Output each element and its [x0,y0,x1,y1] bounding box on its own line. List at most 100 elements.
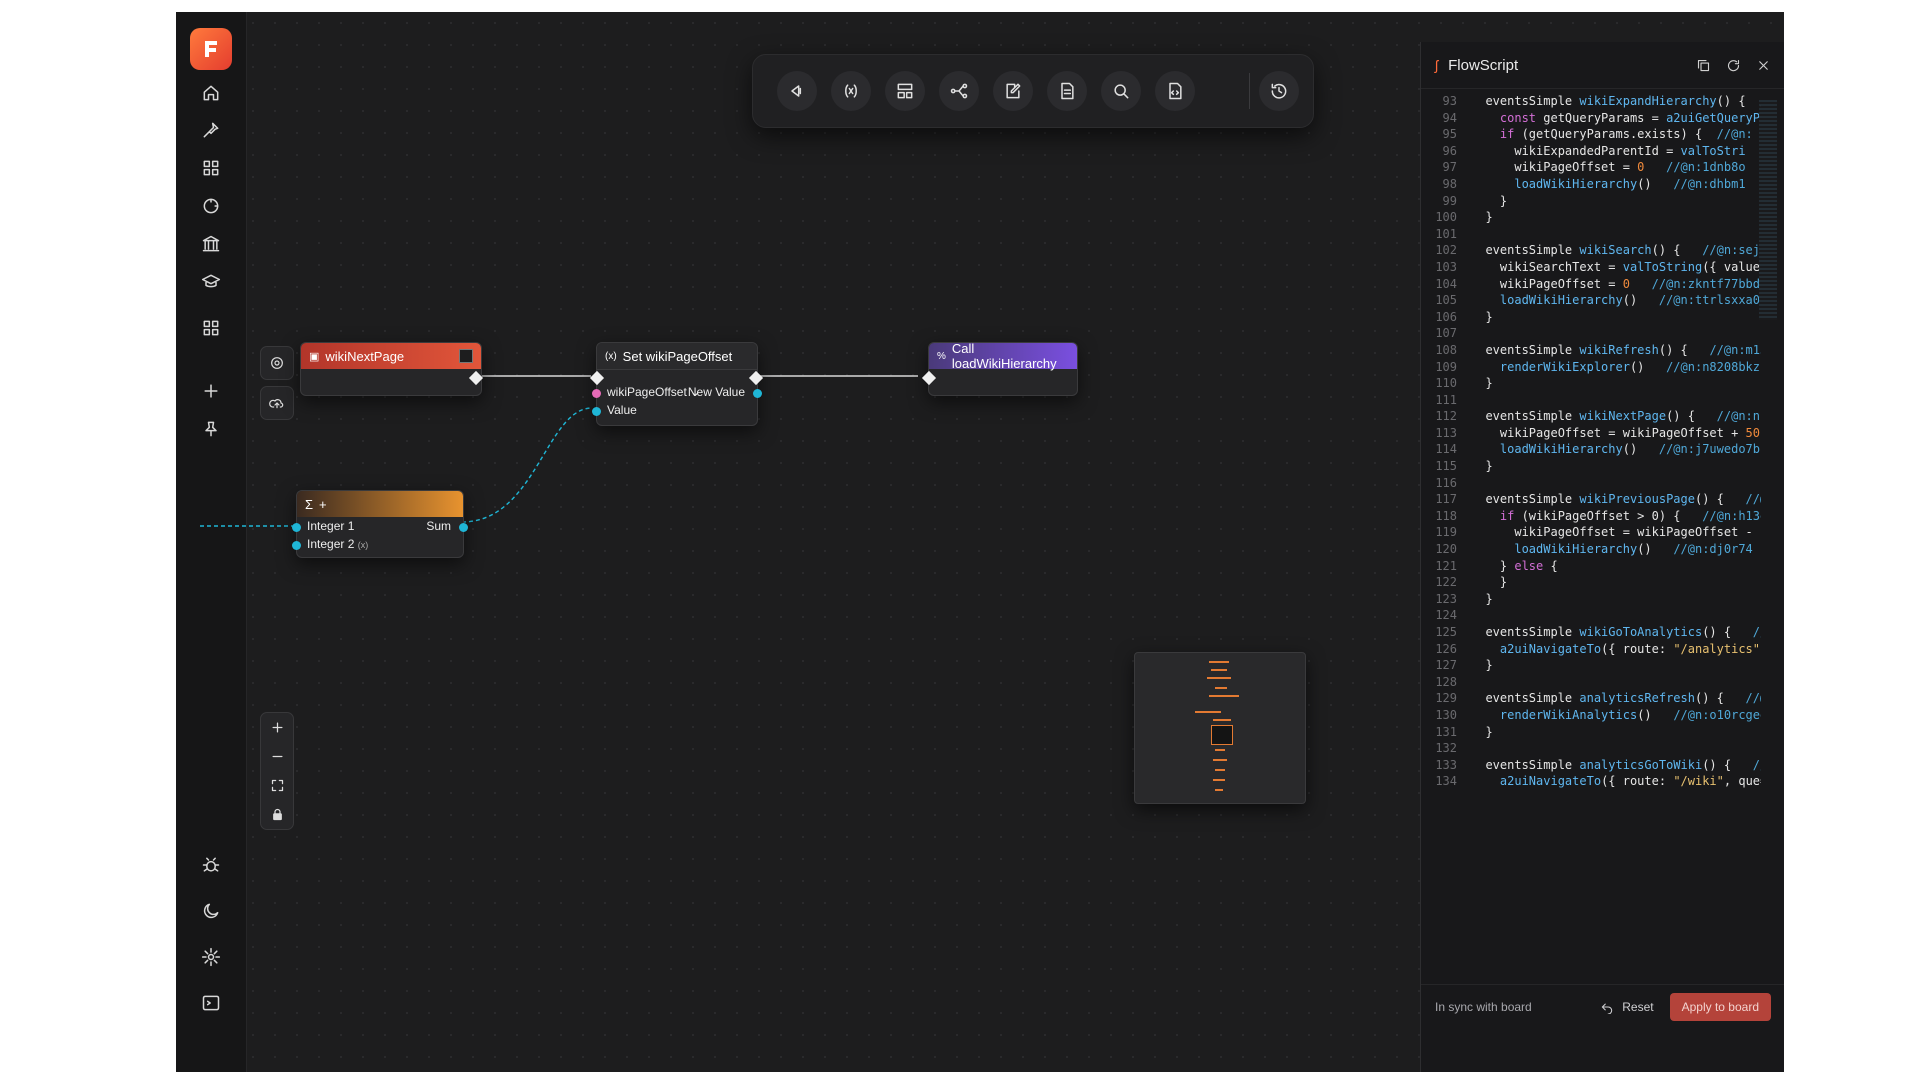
code-line[interactable]: 111 [1421,393,1761,410]
zoom-in-icon[interactable] [261,713,293,742]
code-line[interactable]: 132 [1421,741,1761,758]
apply-to-board-button[interactable]: Apply to board [1669,992,1771,1021]
reset-button[interactable]: Reset [1600,1000,1654,1014]
code-line[interactable]: 94 const getQueryParams = a2uiGetQueryP [1421,111,1761,128]
code-line[interactable]: 103 wikiSearchText = valToString({ value [1421,260,1761,277]
lock-icon[interactable] [261,800,293,829]
home-icon[interactable] [196,78,226,108]
code-line[interactable]: 114 loadWikiHierarchy() //@n:j7uwedo7b1 [1421,442,1761,459]
exec-out-port[interactable] [748,370,764,386]
cloud-upload-icon[interactable] [260,386,294,420]
code-line[interactable]: 127 } [1421,658,1761,675]
code-line[interactable]: 128 [1421,675,1761,692]
target-icon[interactable] [260,346,294,380]
moon-icon[interactable] [196,896,226,926]
new-value-port[interactable] [753,389,762,398]
code-line[interactable]: 113 wikiPageOffset = wikiPageOffset + 50 [1421,426,1761,443]
sum-node-header: Σ + [297,491,463,517]
code-line[interactable]: 101 [1421,227,1761,244]
fit-view-icon[interactable] [261,771,293,800]
code-line[interactable]: 126 a2uiNavigateTo({ route: "/analytics"… [1421,642,1761,659]
code-line[interactable]: 131 } [1421,725,1761,742]
code-line[interactable]: 107 [1421,326,1761,343]
event-node-header: ▣ wikiNextPage [301,343,481,369]
exec-in-port[interactable] [921,370,937,386]
code-line[interactable]: 105 loadWikiHierarchy() //@n:ttrlsxxa0 [1421,293,1761,310]
exec-in-port[interactable] [589,370,605,386]
graduation-cap-icon[interactable] [196,267,226,297]
code-line[interactable]: 98 loadWikiHierarchy() //@n:dhbm1 [1421,177,1761,194]
code-line[interactable]: 97 wikiPageOffset = 0 //@n:1dnb8o [1421,160,1761,177]
code-line[interactable]: 95 if (getQueryParams.exists) { //@n: [1421,127,1761,144]
close-icon[interactable] [1755,57,1771,73]
tools-icon[interactable] [196,115,226,145]
grid-icon[interactable] [196,153,226,183]
apps-icon[interactable] [196,313,226,343]
variable-port[interactable] [592,389,601,398]
code-line[interactable]: 134 a2uiNavigateTo({ route: "/wiki", que… [1421,774,1761,791]
pin-icon[interactable] [196,414,226,444]
code-line[interactable]: 100 } [1421,210,1761,227]
terminal-icon[interactable] [196,988,226,1018]
sum-port[interactable] [459,523,468,532]
bug-icon[interactable] [196,850,226,880]
event-node-wikinextpage[interactable]: ▣ wikiNextPage [300,342,484,396]
minimap[interactable] [1134,652,1306,804]
code-line[interactable]: 133 eventsSimple analyticsGoToWiki() { /… [1421,758,1761,775]
set-node-wikipageoffset[interactable]: (x) Set wikiPageOffset wikiPageOffset ⌄ … [589,342,764,426]
app-logo[interactable] [190,28,232,70]
sum-node[interactable]: Σ + Integer 1 Integer 2 (x) Sum [292,490,468,558]
code-line[interactable]: 112 eventsSimple wikiNextPage() { //@n:n… [1421,409,1761,426]
code-line[interactable]: 122 } [1421,575,1761,592]
history-icon[interactable] [1259,71,1299,111]
bank-icon[interactable] [196,229,226,259]
layout-icon[interactable] [885,71,925,111]
call-node-loadwikihierarchy[interactable]: % Call loadWikiHierarchy [921,341,1078,396]
refresh-icon[interactable] [1725,57,1741,73]
line-text: eventsSimple wikiRefresh() { //@n:m13n: [1471,342,1761,357]
plus-icon[interactable] [196,376,226,406]
zoom-out-icon[interactable] [261,742,293,771]
minimap-mark [1213,719,1231,721]
code-line[interactable]: 118 if (wikiPageOffset > 0) { //@n:h13e [1421,509,1761,526]
cycle-icon[interactable] [196,191,226,221]
integer1-port[interactable] [292,523,301,532]
code-line[interactable]: 120 loadWikiHierarchy() //@n:dj0r74 [1421,542,1761,559]
integer2-port[interactable] [292,541,301,550]
search-icon[interactable] [1101,71,1141,111]
code-line[interactable]: 102 eventsSimple wikiSearch() { //@n:sej… [1421,243,1761,260]
copy-icon[interactable] [1695,57,1711,73]
code-line[interactable]: 121 } else { [1421,559,1761,576]
document-icon[interactable] [1047,71,1087,111]
code-line[interactable]: 119 wikiPageOffset = wikiPageOffset - [1421,525,1761,542]
code-line[interactable]: 104 wikiPageOffset = 0 //@n:zkntf77bbd [1421,277,1761,294]
event-icon[interactable] [777,71,817,111]
code-line[interactable]: 93 eventsSimple wikiExpandHierarchy() { … [1421,94,1761,111]
file-code-icon[interactable] [1155,71,1195,111]
gear-icon[interactable] [196,942,226,972]
code-line[interactable]: 110 } [1421,376,1761,393]
code-line[interactable]: 129 eventsSimple analyticsRefresh() { //… [1421,691,1761,708]
event-stop-icon[interactable] [459,349,473,363]
variable-icon[interactable] [831,71,871,111]
code-minimap[interactable] [1759,100,1777,320]
panel-header: ʃ FlowScript [1421,42,1784,89]
exec-out-port[interactable] [468,370,484,386]
edit-icon[interactable] [993,71,1033,111]
graph-icon[interactable] [939,71,979,111]
value-port[interactable] [592,407,601,416]
code-line[interactable]: 96 wikiExpandedParentId = valToStri [1421,144,1761,161]
code-line[interactable]: 109 renderWikiExplorer() //@n:n8208bkzi [1421,360,1761,377]
code-line[interactable]: 124 [1421,608,1761,625]
minimap-viewport[interactable] [1211,725,1233,745]
code-line[interactable]: 106 } [1421,310,1761,327]
code-line[interactable]: 117 eventsSimple wikiPreviousPage() { //… [1421,492,1761,509]
code-line[interactable]: 108 eventsSimple wikiRefresh() { //@n:m1… [1421,343,1761,360]
code-line[interactable]: 99 } [1421,194,1761,211]
code-editor[interactable]: 93 eventsSimple wikiExpandHierarchy() { … [1421,94,1761,994]
code-line[interactable]: 125 eventsSimple wikiGoToAnalytics() { /… [1421,625,1761,642]
code-line[interactable]: 130 renderWikiAnalytics() //@n:o10rcgee [1421,708,1761,725]
code-line[interactable]: 123 } [1421,592,1761,609]
code-line[interactable]: 116 [1421,476,1761,493]
code-line[interactable]: 115 } [1421,459,1761,476]
